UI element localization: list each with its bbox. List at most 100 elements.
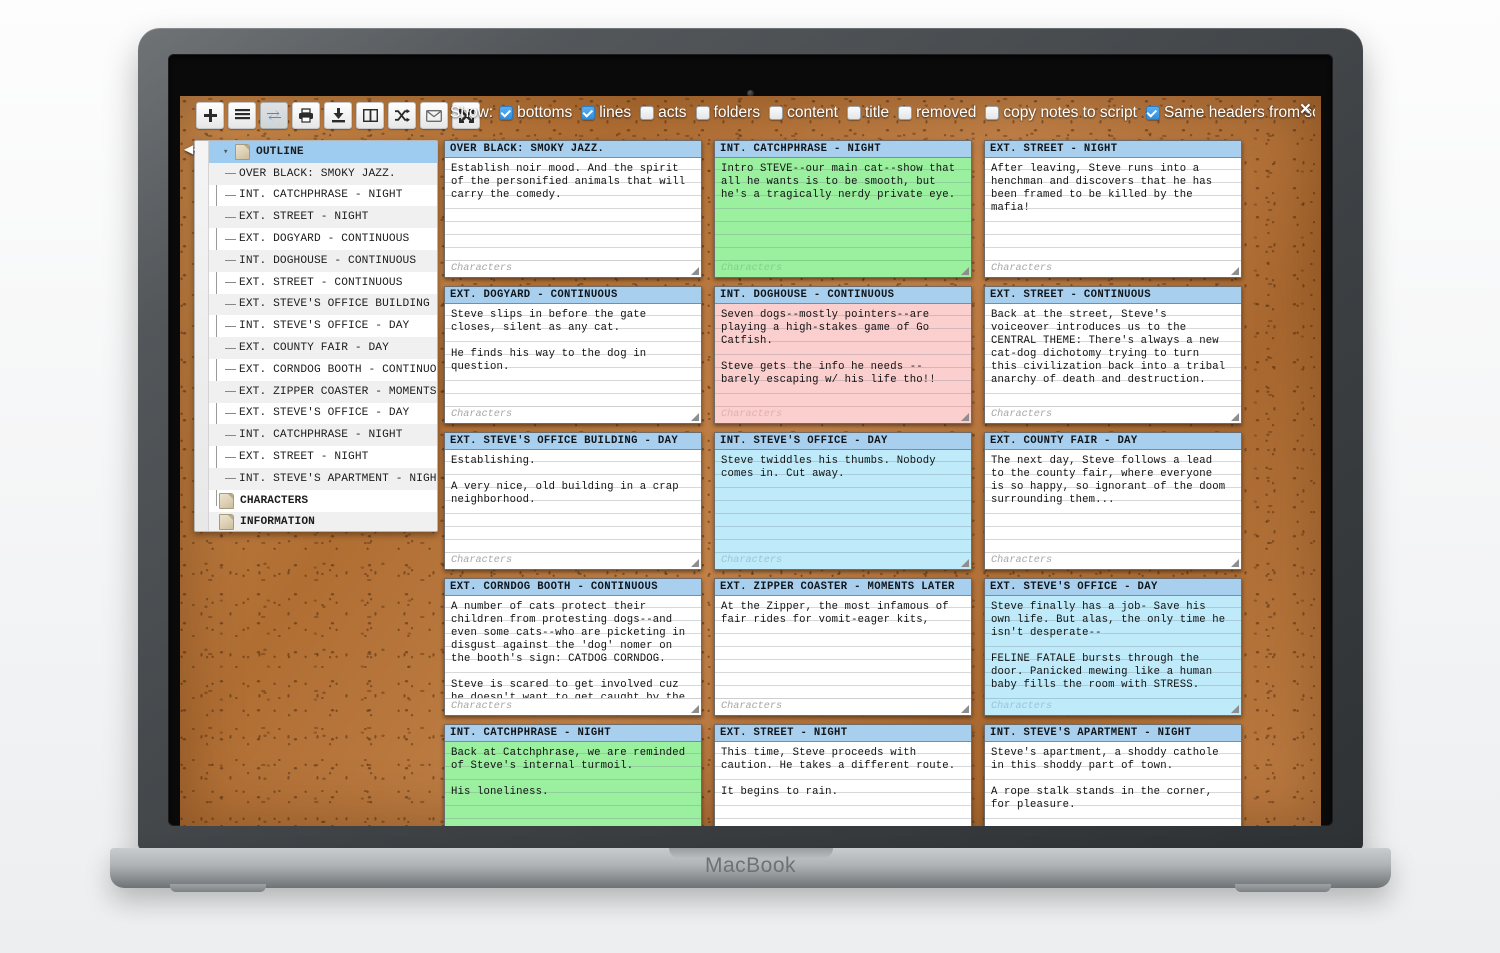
sidebar-item-information[interactable]: INFORMATION: [209, 511, 437, 531]
swap-order-icon[interactable]: [260, 102, 288, 129]
resize-grip-icon[interactable]: [691, 705, 699, 713]
checkbox-removed[interactable]: removed: [898, 104, 976, 122]
checkbox-box[interactable]: [640, 106, 655, 120]
sidebar-collapse-handle[interactable]: [195, 141, 209, 531]
sidebar-item-outline[interactable]: ▾ OUTLINE: [209, 141, 437, 163]
checkbox-box[interactable]: [769, 106, 784, 120]
import-icon[interactable]: [324, 102, 352, 129]
card-characters-field[interactable]: Characters: [715, 698, 971, 715]
card-body-text[interactable]: After leaving, Steve runs into a henchma…: [985, 158, 1241, 260]
email-icon[interactable]: [420, 102, 448, 129]
index-card[interactable]: EXT. STEVE'S OFFICE BUILDING - DAY Establ…: [444, 432, 702, 570]
sidebar-item-ext-street-continuous[interactable]: EXT. STREET - CONTINUOUS: [209, 272, 437, 294]
card-characters-field[interactable]: Characters: [715, 260, 971, 277]
index-card[interactable]: EXT. DOGYARD - CONTINUOUS Steve slips in …: [444, 286, 702, 424]
sidebar-item-ext-steve-s-office-building-day[interactable]: EXT. STEVE'S OFFICE BUILDING - DAY: [209, 293, 437, 316]
index-card[interactable]: INT. CATCHPHRASE - NIGHT Intro STEVE--our…: [714, 140, 972, 278]
card-characters-field[interactable]: Characters: [985, 406, 1241, 423]
sidebar-item-int-doghouse-continuous[interactable]: INT. DOGHOUSE - CONTINUOUS: [209, 249, 437, 272]
add-card-icon[interactable]: [196, 102, 224, 129]
index-card[interactable]: EXT. ZIPPER COASTER - MOMENTS LATER At th…: [714, 578, 972, 716]
sidebar-item-ext-dogyard-continuous[interactable]: EXT. DOGYARD - CONTINUOUS: [209, 228, 437, 250]
list-view-icon[interactable]: [228, 102, 256, 129]
index-card[interactable]: OVER BLACK: SMOKY JAZZ. Establish noir mo…: [444, 140, 702, 278]
shuffle-icon[interactable]: [388, 102, 416, 129]
card-title[interactable]: INT. CATCHPHRASE - NIGHT: [445, 725, 701, 742]
card-title[interactable]: INT. DOGHOUSE - CONTINUOUS: [715, 287, 971, 304]
checkbox-bottoms[interactable]: bottoms: [499, 104, 572, 122]
card-characters-field[interactable]: Characters: [985, 552, 1241, 569]
card-body-text[interactable]: Steve twiddles his thumbs. Nobody comes …: [715, 450, 971, 552]
resize-grip-icon[interactable]: [691, 559, 699, 567]
resize-grip-icon[interactable]: [961, 705, 969, 713]
sidebar-item-ext-street-night[interactable]: EXT. STREET - NIGHT: [209, 206, 437, 229]
checkbox-lines[interactable]: lines: [581, 104, 631, 122]
outline-sidebar[interactable]: ▾ OUTLINE OVER BLACK: SMOKY JAZZ. INT. CATC…: [194, 140, 438, 532]
resize-grip-icon[interactable]: [1231, 705, 1239, 713]
checkbox-box[interactable]: [1145, 106, 1160, 120]
index-card[interactable]: EXT. STEVE'S OFFICE - DAY Steve finally h…: [984, 578, 1242, 716]
card-body-text[interactable]: Steve finally has a job- Save his own li…: [985, 596, 1241, 698]
sidebar-item-ext-steve-s-office-day[interactable]: EXT. STEVE'S OFFICE - DAY: [209, 403, 437, 425]
card-body-text[interactable]: The next day, Steve follows a lead to th…: [985, 450, 1241, 552]
card-title[interactable]: INT. CATCHPHRASE - NIGHT: [715, 141, 971, 158]
index-card[interactable]: INT. CATCHPHRASE - NIGHT Back at Catchphr…: [444, 724, 702, 826]
card-title[interactable]: EXT. DOGYARD - CONTINUOUS: [445, 287, 701, 304]
sidebar-item-ext-county-fair-day[interactable]: EXT. COUNTY FAIR - DAY: [209, 337, 437, 359]
card-title[interactable]: INT. STEVE'S OFFICE - DAY: [715, 433, 971, 450]
card-title[interactable]: INT. STEVE'S APARTMENT - NIGHT: [985, 725, 1241, 742]
card-title[interactable]: EXT. STREET - NIGHT: [985, 141, 1241, 158]
card-characters-field[interactable]: Characters: [715, 552, 971, 569]
checkbox-same-headers[interactable]: Same headers from scri: [1145, 104, 1315, 122]
sidebar-item-characters[interactable]: CHARACTERS: [209, 490, 437, 512]
sidebar-item-int-catchphrase-night[interactable]: INT. CATCHPHRASE - NIGHT: [209, 424, 437, 447]
checkbox-box[interactable]: [695, 106, 710, 120]
card-body-text[interactable]: At the Zipper, the most infamous of fair…: [715, 596, 971, 698]
sidebar-item-over-black-smoky-jazz[interactable]: OVER BLACK: SMOKY JAZZ.: [209, 162, 437, 185]
checkbox-title[interactable]: title: [846, 104, 889, 122]
card-body-text[interactable]: Establishing. A very nice, old building …: [445, 450, 701, 552]
resize-grip-icon[interactable]: [961, 267, 969, 275]
card-body-text[interactable]: This time, Steve proceeds with caution. …: [715, 742, 971, 826]
resize-grip-icon[interactable]: [961, 559, 969, 567]
card-body-text[interactable]: A number of cats protect their children …: [445, 596, 701, 698]
resize-grip-icon[interactable]: [1231, 267, 1239, 275]
resize-grip-icon[interactable]: [961, 413, 969, 421]
index-card[interactable]: EXT. CORNDOG BOOTH - CONTINUOUS A number …: [444, 578, 702, 716]
card-body-text[interactable]: Steve slips in before the gate closes, s…: [445, 304, 701, 406]
index-card[interactable]: INT. DOGHOUSE - CONTINUOUS Seven dogs--mo…: [714, 286, 972, 424]
sidebar-item-ext-zipper-coaster-moments[interactable]: EXT. ZIPPER COASTER - MOMENTS: [209, 380, 437, 403]
card-title[interactable]: EXT. STEVE'S OFFICE - DAY: [985, 579, 1241, 596]
split-view-icon[interactable]: [356, 102, 384, 129]
card-title[interactable]: EXT. ZIPPER COASTER - MOMENTS LATER: [715, 579, 971, 596]
card-characters-field[interactable]: Characters: [445, 698, 701, 715]
chevron-down-icon[interactable]: ▾: [223, 147, 233, 157]
card-body-text[interactable]: Seven dogs--mostly pointers--are playing…: [715, 304, 971, 406]
checkbox-copy-notes-to-script[interactable]: copy notes to script: [985, 104, 1137, 122]
sidebar-item-ext-street-night[interactable]: EXT. STREET - NIGHT: [209, 446, 437, 468]
resize-grip-icon[interactable]: [691, 413, 699, 421]
card-title[interactable]: OVER BLACK: SMOKY JAZZ.: [445, 141, 701, 158]
card-characters-field[interactable]: Characters: [445, 406, 701, 423]
index-card[interactable]: EXT. STREET - CONTINUOUS Back at the stre…: [984, 286, 1242, 424]
sidebar-item-int-steve-s-apartment-night[interactable]: INT. STEVE'S APARTMENT - NIGHT: [209, 467, 437, 490]
checkbox-box[interactable]: [581, 106, 596, 120]
card-title[interactable]: EXT. STREET - CONTINUOUS: [985, 287, 1241, 304]
checkbox-box[interactable]: [985, 106, 1000, 120]
card-characters-field[interactable]: Characters: [445, 260, 701, 277]
index-card[interactable]: INT. STEVE'S APARTMENT - NIGHT Steve's ap…: [984, 724, 1242, 826]
checkbox-acts[interactable]: acts: [640, 104, 687, 122]
sidebar-item-int-catchphrase-night[interactable]: INT. CATCHPHRASE - NIGHT: [209, 185, 437, 207]
card-characters-field[interactable]: Characters: [985, 698, 1241, 715]
checkbox-box[interactable]: [898, 106, 913, 120]
index-card[interactable]: EXT. COUNTY FAIR - DAY The next day, Stev…: [984, 432, 1242, 570]
card-characters-field[interactable]: Characters: [445, 552, 701, 569]
card-title[interactable]: EXT. STEVE'S OFFICE BUILDING - DAY: [445, 433, 701, 450]
card-body-text[interactable]: Steve's apartment, a shoddy cathole in t…: [985, 742, 1241, 826]
close-icon[interactable]: ×: [1300, 100, 1311, 119]
resize-grip-icon[interactable]: [1231, 559, 1239, 567]
card-title[interactable]: EXT. COUNTY FAIR - DAY: [985, 433, 1241, 450]
sidebar-item-int-steve-s-office-day[interactable]: INT. STEVE'S OFFICE - DAY: [209, 315, 437, 337]
checkbox-box[interactable]: [846, 106, 861, 120]
card-body-text[interactable]: Intro STEVE--our main cat--show that all…: [715, 158, 971, 260]
